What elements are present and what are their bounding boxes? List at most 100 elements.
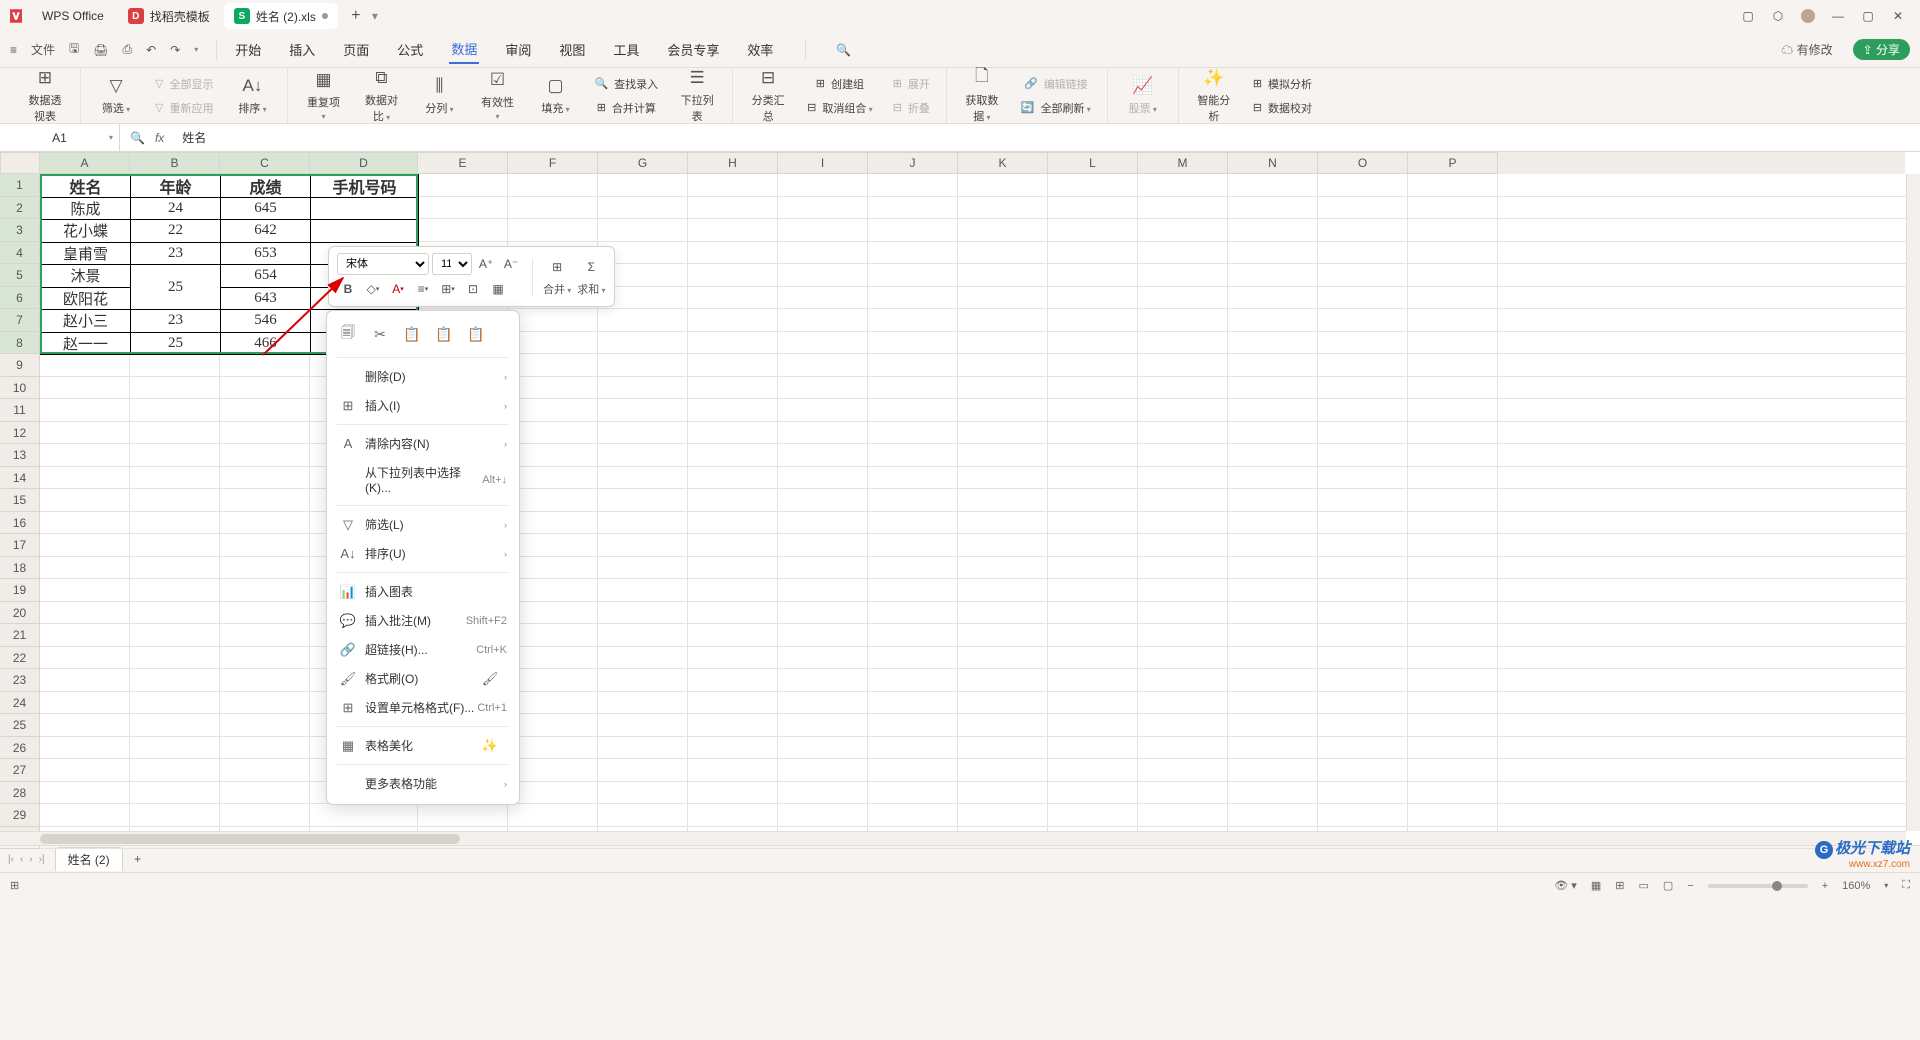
col-header-N[interactable]: N xyxy=(1228,152,1318,174)
row-header-12[interactable]: 12 xyxy=(0,422,40,445)
row-header-1[interactable]: 1 xyxy=(0,174,40,197)
minimize-button[interactable]: — xyxy=(1830,8,1846,24)
table-cell[interactable]: 陈成 xyxy=(40,197,131,221)
zoom-in-button[interactable]: + xyxy=(1822,880,1828,892)
table-style-icon[interactable]: ▦ xyxy=(487,278,509,300)
table-cell[interactable]: 654 xyxy=(220,264,311,288)
tab-dropdown[interactable]: ▾ xyxy=(372,9,378,23)
group-button[interactable]: ⊞创建组 xyxy=(803,74,876,94)
col-header-I[interactable]: I xyxy=(778,152,868,174)
reapply-button[interactable]: ▽重新应用 xyxy=(151,98,217,118)
row-header-4[interactable]: 4 xyxy=(0,242,40,265)
view-page-icon[interactable]: ▭ xyxy=(1638,879,1648,892)
fullscreen-icon[interactable]: ⛶ xyxy=(1902,879,1910,892)
hamburger-icon[interactable]: ≡ xyxy=(10,43,17,57)
font-color-button[interactable]: A▾ xyxy=(387,278,409,300)
app-name-tab[interactable]: WPS Office xyxy=(32,3,114,29)
align-button[interactable]: ≡▾ xyxy=(412,278,434,300)
view-normal-icon[interactable]: ▦ xyxy=(1591,879,1601,892)
table-cell[interactable]: 466 xyxy=(220,332,311,356)
modified-pill[interactable]: ☁ 有修改 xyxy=(1771,39,1842,60)
ctx-hyperlink[interactable]: 🔗超链接(H)...Ctrl+K xyxy=(327,635,519,664)
sort-button[interactable]: A↓排序 xyxy=(229,74,275,118)
subtotal-button[interactable]: ⊟分类汇总 xyxy=(745,66,791,126)
menu-home[interactable]: 开始 xyxy=(233,36,263,63)
ctx-clear[interactable]: A清除内容(N)› xyxy=(327,429,519,458)
copy-icon[interactable]: 🗐 xyxy=(337,323,359,345)
table-header-cell[interactable]: 成绩 xyxy=(220,174,311,198)
menu-formula[interactable]: 公式 xyxy=(395,36,425,63)
zoom-value[interactable]: 160% xyxy=(1842,880,1870,892)
menu-data[interactable]: 数据 xyxy=(449,35,479,64)
merge-label[interactable]: 合并 xyxy=(543,281,571,297)
fx-zoom-icon[interactable]: 🔍 xyxy=(130,131,145,145)
row-header-22[interactable]: 22 xyxy=(0,647,40,670)
window-layout-icon[interactable]: ▢ xyxy=(1740,8,1756,24)
fill-color-button[interactable]: ◇▾ xyxy=(362,278,384,300)
data-check-button[interactable]: ⊟数据校对 xyxy=(1249,98,1316,118)
row-header-19[interactable]: 19 xyxy=(0,579,40,602)
ctx-beautify[interactable]: ▦表格美化✨ xyxy=(327,731,519,760)
row-header-10[interactable]: 10 xyxy=(0,377,40,400)
spreadsheet-grid[interactable]: ABCDEFGHIJKLMNOP 12345678910111213141516… xyxy=(0,152,1920,845)
row-header-23[interactable]: 23 xyxy=(0,669,40,692)
row-header-24[interactable]: 24 xyxy=(0,692,40,715)
view-read-icon[interactable]: ▢ xyxy=(1663,879,1673,892)
vertical-scrollbar[interactable] xyxy=(1906,174,1920,831)
row-header-3[interactable]: 3 xyxy=(0,219,40,242)
close-button[interactable]: ✕ xyxy=(1890,8,1906,24)
menu-member[interactable]: 会员专享 xyxy=(665,36,721,63)
cut-icon[interactable]: ✂ xyxy=(369,323,391,345)
col-header-K[interactable]: K xyxy=(958,152,1048,174)
sum-label[interactable]: 求和 xyxy=(577,281,605,297)
sheet-last-button[interactable]: ›| xyxy=(39,854,45,865)
text-to-columns-button[interactable]: ⫼分列 xyxy=(416,74,462,118)
format-cells-icon[interactable]: ⊡ xyxy=(462,278,484,300)
view-eye-icon[interactable]: 👁 ▾ xyxy=(1554,879,1577,892)
horizontal-scrollbar[interactable] xyxy=(0,831,1906,845)
font-size-select[interactable]: 11 xyxy=(432,253,472,275)
table-cell[interactable]: 欧阳花 xyxy=(40,287,131,311)
save-icon[interactable]: 🖫 xyxy=(69,39,79,60)
row-header-25[interactable]: 25 xyxy=(0,714,40,737)
print-preview-icon[interactable]: ⎙ xyxy=(123,42,133,57)
table-header-cell[interactable]: 姓名 xyxy=(40,174,131,198)
col-header-M[interactable]: M xyxy=(1138,152,1228,174)
sum-icon[interactable]: Σ xyxy=(580,256,602,278)
row-header-13[interactable]: 13 xyxy=(0,444,40,467)
row-header-27[interactable]: 27 xyxy=(0,759,40,782)
row-header-28[interactable]: 28 xyxy=(0,782,40,805)
table-cell[interactable] xyxy=(310,197,419,221)
view-grid-icon[interactable]: ⊞ xyxy=(1615,879,1624,892)
template-tab[interactable]: D 找稻壳模板 xyxy=(118,3,220,29)
row-header-14[interactable]: 14 xyxy=(0,467,40,490)
table-cell[interactable]: 23 xyxy=(130,309,221,333)
ctx-sort[interactable]: A↓排序(U)› xyxy=(327,539,519,568)
col-header-F[interactable]: F xyxy=(508,152,598,174)
row-header-9[interactable]: 9 xyxy=(0,354,40,377)
col-header-G[interactable]: G xyxy=(598,152,688,174)
select-all-corner[interactable] xyxy=(0,152,40,174)
row-header-2[interactable]: 2 xyxy=(0,197,40,220)
paste-special-1-icon[interactable]: 📋 xyxy=(433,323,455,345)
row-header-20[interactable]: 20 xyxy=(0,602,40,625)
stock-button[interactable]: 📈股票 xyxy=(1120,74,1166,118)
border-button[interactable]: ⊞▾ xyxy=(437,278,459,300)
formula-input[interactable]: 姓名 xyxy=(174,129,1920,146)
row-header-8[interactable]: 8 xyxy=(0,332,40,355)
table-cell[interactable]: 赵小三 xyxy=(40,309,131,333)
table-cell[interactable]: 653 xyxy=(220,242,311,266)
filter-button[interactable]: ▽筛选 xyxy=(93,74,139,118)
table-cell[interactable]: 赵一一 xyxy=(40,332,131,356)
col-header-B[interactable]: B xyxy=(130,152,220,174)
font-select[interactable]: 宋体 xyxy=(337,253,429,275)
name-box[interactable]: A1 ▾ xyxy=(0,124,120,151)
ctx-filter[interactable]: ▽筛选(L)› xyxy=(327,510,519,539)
user-avatar-icon[interactable] xyxy=(1800,8,1816,24)
ctx-insert-comment[interactable]: 💬插入批注(M)Shift+F2 xyxy=(327,606,519,635)
increase-font-icon[interactable]: A⁺ xyxy=(475,253,497,275)
ungroup-button[interactable]: ⊟取消组合 xyxy=(803,98,876,118)
duplicates-button[interactable]: ▦重复项 xyxy=(300,68,346,124)
ctx-insert[interactable]: ⊞插入(I)› xyxy=(327,391,519,420)
menu-page[interactable]: 页面 xyxy=(341,36,371,63)
